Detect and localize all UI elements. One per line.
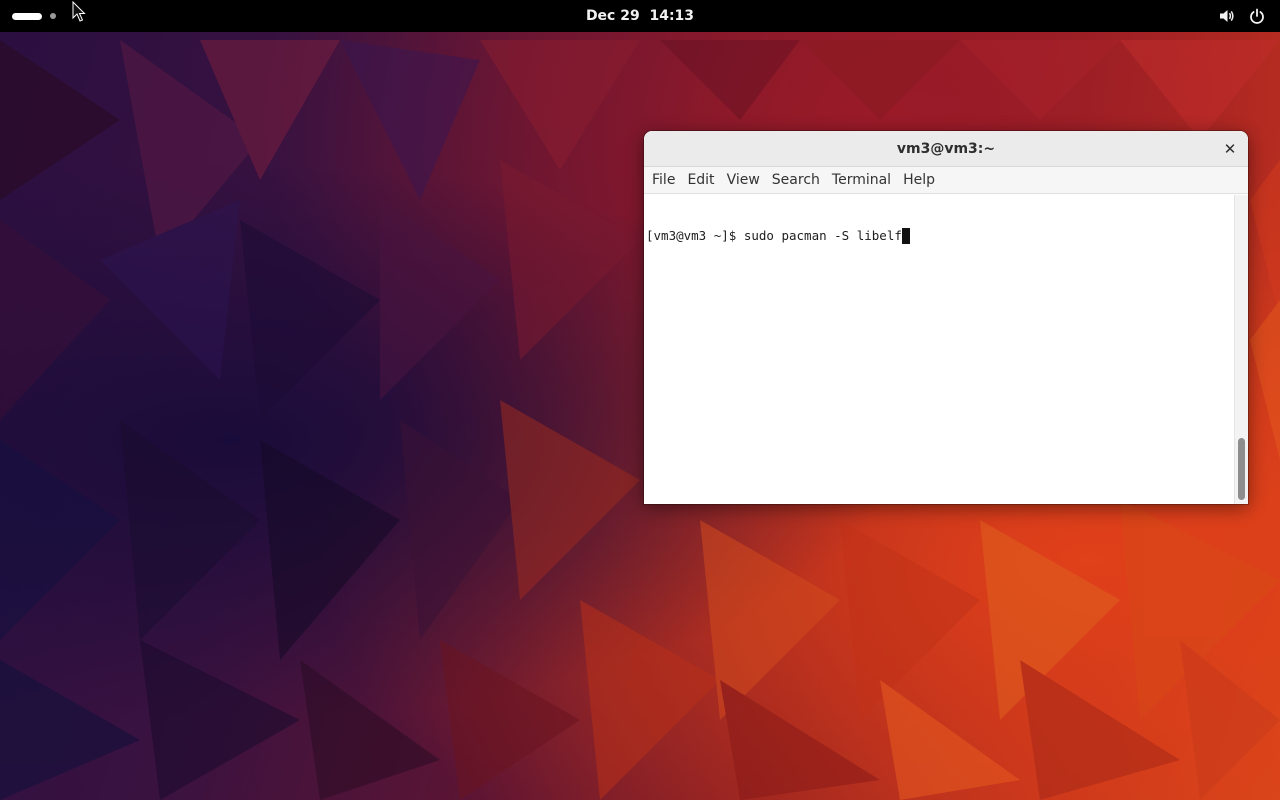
command-text: sudo pacman -S libelf [743, 228, 902, 243]
system-tray[interactable] [1218, 6, 1266, 26]
scrollbar-thumb[interactable] [1238, 438, 1245, 500]
clock-time: 14:13 [649, 8, 695, 24]
menu-edit[interactable]: Edit [681, 167, 720, 194]
command-line[interactable]: [vm3@vm3 ~]$ sudo pacman -S libelf [646, 227, 1232, 245]
top-bar: Dec 29 14:13 [0, 0, 1280, 32]
mouse-pointer-icon [72, 1, 86, 22]
menu-file[interactable]: File [646, 167, 681, 194]
clock-button[interactable]: Dec 29 14:13 [586, 8, 694, 24]
power-icon[interactable] [1248, 7, 1266, 25]
shell-prompt: [vm3@vm3 ~]$ [646, 228, 744, 243]
volume-icon[interactable] [1218, 7, 1236, 25]
menu-search[interactable]: Search [766, 167, 826, 194]
text-cursor [901, 228, 910, 244]
menu-bar: File Edit View Search Terminal Help [644, 167, 1248, 194]
workspace-indicator-inactive[interactable] [50, 13, 56, 19]
window-title: vm3@vm3:~ [896, 141, 996, 157]
close-icon: ✕ [1223, 140, 1237, 158]
close-button[interactable]: ✕ [1220, 139, 1240, 159]
workspace-indicator-active[interactable] [12, 12, 42, 20]
activities-button[interactable] [12, 8, 56, 24]
clock-date: Dec 29 [585, 8, 640, 24]
menu-view[interactable]: View [721, 167, 766, 194]
terminal-scrollbar[interactable] [1234, 195, 1248, 504]
terminal-output[interactable]: [vm3@vm3 ~]$ sudo pacman -S libelf [644, 195, 1234, 504]
menu-terminal[interactable]: Terminal [826, 167, 897, 194]
window-titlebar[interactable]: vm3@vm3:~ ✕ [644, 131, 1248, 167]
clock: Dec 29 14:13 [0, 0, 1280, 32]
terminal-window[interactable]: vm3@vm3:~ ✕ File Edit View Search Termin… [644, 131, 1248, 504]
menu-help[interactable]: Help [897, 167, 941, 194]
